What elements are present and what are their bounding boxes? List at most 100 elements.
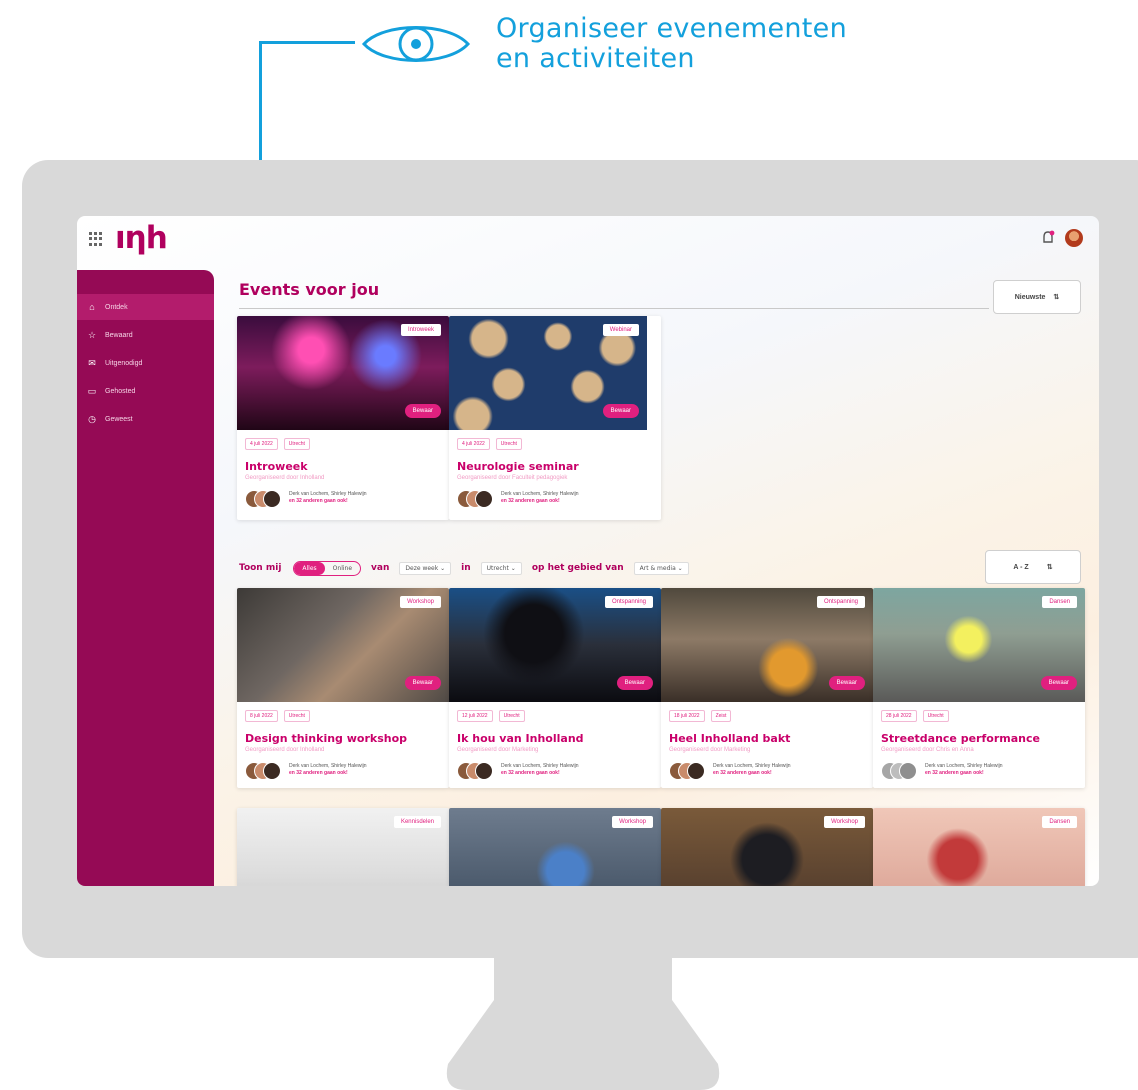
event-tag: Introweek — [400, 324, 441, 336]
attendee-avatars — [669, 762, 705, 780]
event-card-introweek[interactable]: Introweek Bewaar 4 juli 2022 Utrecht Intr… — [237, 316, 449, 520]
sidebar-item-label: Gehosted — [105, 387, 136, 395]
event-card-heel-inholland-bakt[interactable]: Ontspanning Bewaar 18 juli 2022 Zeist Hee… — [661, 588, 873, 788]
attendees-text: Derk van Lochem, Shirley Halewijn en 32 a… — [713, 763, 791, 776]
event-title[interactable]: Neurologie seminar — [457, 460, 579, 473]
date-chip: 8 juli 2022 — [245, 710, 278, 722]
filter-label: in — [461, 563, 471, 573]
save-button[interactable]: Bewaar — [404, 404, 441, 418]
user-avatar[interactable] — [1065, 229, 1083, 247]
attendees-text: Derk van Lochem, Shirley Halewijn en 32 a… — [289, 491, 367, 504]
event-card-ik-hou-van-inholland[interactable]: Ontspanning Bewaar 12 juli 2022 Utrecht I… — [449, 588, 661, 788]
sidebar-item-label: Uitgenodigd — [105, 359, 143, 367]
sidebar-item-geweest[interactable]: ◷ Geweest — [77, 406, 214, 432]
event-card-design-thinking[interactable]: Workshop Bewaar 8 juli 2022 Utrecht Desig… — [237, 588, 449, 788]
event-tag: Kennisdelen — [393, 816, 441, 828]
location-chip: Utrecht — [283, 710, 310, 722]
attendee-avatars — [881, 762, 917, 780]
event-card-streetdance[interactable]: Dansen Bewaar 28 juli 2022 Utrecht Street… — [873, 588, 1085, 788]
event-organizer: Georganiseerd door Chris en Anna — [881, 747, 974, 753]
event-card-neurologie[interactable]: Webinar Bewaar 4 juli 2022 Utrecht Neurol… — [449, 316, 661, 520]
date-chip: 18 juli 2022 — [669, 710, 705, 722]
sort-label: Nieuwste — [1014, 293, 1046, 301]
date-chip: 12 juli 2022 — [457, 710, 493, 722]
notification-bell-icon[interactable] — [1041, 230, 1055, 246]
event-title[interactable]: Heel Inholland bakt — [669, 732, 790, 745]
toggle-online[interactable]: Online — [325, 562, 360, 575]
save-button[interactable]: Bewaar — [404, 676, 441, 690]
attendees-text: Derk van Lochem, Shirley Halewijn en 32 a… — [501, 491, 579, 504]
event-tag: Workshop — [400, 596, 441, 608]
event-tag: Workshop — [824, 816, 865, 828]
location-dropdown[interactable]: Utrecht ⌄ — [480, 561, 522, 575]
event-organizer: Georganiseerd door Inholland — [245, 747, 325, 753]
event-card-workshop-2[interactable]: Workshop — [449, 808, 661, 886]
event-card-dansen-2[interactable]: Dansen — [873, 808, 1085, 886]
event-title[interactable]: Introweek — [245, 460, 308, 473]
event-title[interactable]: Design thinking workshop — [245, 732, 407, 745]
attendees-text: Derk van Lochem, Shirley Halewijn en 32 a… — [925, 763, 1003, 776]
logo[interactable]: ıηh — [115, 220, 168, 256]
date-chip: 4 juli 2022 — [457, 438, 490, 450]
sidebar-item-label: Geweest — [105, 415, 133, 423]
star-icon: ☆ — [87, 329, 97, 340]
save-button[interactable]: Bewaar — [602, 404, 639, 418]
main-content: Events voor jou Nieuwste ⇅ Introweek Bew… — [237, 270, 1099, 886]
filter-label: van — [371, 563, 390, 573]
location-chip: Utrecht — [922, 710, 949, 722]
sidebar-item-label: Ontdek — [105, 303, 128, 311]
date-chip: 4 juli 2022 — [245, 438, 278, 450]
event-tag: Ontspanning — [816, 596, 865, 608]
sort-newest-button[interactable]: Nieuwste ⇅ — [993, 280, 1081, 314]
save-button[interactable]: Bewaar — [828, 676, 865, 690]
event-tag: Dansen — [1042, 596, 1077, 608]
save-button[interactable]: Bewaar — [616, 676, 653, 690]
event-organizer: Georganiseerd door Marketing — [457, 747, 539, 753]
filter-label: op het gebied van — [531, 563, 624, 573]
event-card-kennisdelen[interactable]: Kennisdelen — [237, 808, 449, 886]
sort-az-button[interactable]: A - Z ⇅ — [985, 550, 1081, 584]
top-bar: ıηh — [77, 216, 1099, 264]
attendee-avatars — [457, 490, 493, 508]
location-chip: Utrecht — [283, 438, 310, 450]
location-chip: Utrecht — [498, 710, 525, 722]
online-toggle[interactable]: Alles Online — [293, 560, 362, 576]
sidebar-item-ontdek[interactable]: ⌂ Ontdek — [77, 294, 214, 320]
calendar-icon: ▭ — [87, 385, 97, 396]
event-organizer: Georganiseerd door Faculteit pedagogiek — [457, 475, 568, 481]
event-tag: Dansen — [1042, 816, 1077, 828]
event-tag: Workshop — [612, 816, 653, 828]
location-chip: Zeist — [710, 710, 732, 722]
filter-bar: Toon mij Alles Online van Deze week ⌄ in… — [239, 556, 1089, 580]
location-chip: Utrecht — [495, 438, 522, 450]
apps-grid-icon[interactable] — [89, 232, 103, 246]
event-organizer: Georganiseerd door Marketing — [669, 747, 751, 753]
app-screen: ıηh ⌂ Ontdek ☆ Bewaard ✉ Uitgenodigd ▭ G… — [77, 216, 1099, 886]
sidebar: ⌂ Ontdek ☆ Bewaard ✉ Uitgenodigd ▭ Gehos… — [77, 270, 214, 886]
attendees-text: Derk van Lochem, Shirley Halewijn en 32 a… — [501, 763, 579, 776]
toggle-all[interactable]: Alles — [294, 561, 325, 575]
page-title: Events voor jou — [239, 280, 380, 299]
period-dropdown[interactable]: Deze week ⌄ — [399, 561, 452, 575]
sidebar-item-gehosted[interactable]: ▭ Gehosted — [77, 378, 214, 404]
event-card-workshop-3[interactable]: Workshop — [661, 808, 873, 886]
event-tag: Ontspanning — [604, 596, 653, 608]
event-title[interactable]: Streetdance performance — [881, 732, 1040, 745]
sidebar-item-uitgenodigd[interactable]: ✉ Uitgenodigd — [77, 350, 214, 376]
home-icon: ⌂ — [89, 302, 95, 312]
event-title[interactable]: Ik hou van Inholland — [457, 732, 584, 745]
sort-arrows-icon: ⇅ — [1046, 564, 1053, 571]
event-tag: Webinar — [602, 324, 639, 336]
sidebar-item-label: Bewaard — [105, 331, 133, 339]
history-icon: ◷ — [88, 413, 96, 424]
event-organizer: Georganiseerd door Inholland — [245, 475, 325, 481]
domain-dropdown[interactable]: Art & media ⌄ — [633, 561, 689, 575]
sort-arrows-icon: ⇅ — [1053, 294, 1060, 301]
filter-label: Toon mij — [239, 563, 282, 573]
attendee-avatars — [245, 490, 281, 508]
attendee-avatars — [457, 762, 493, 780]
sidebar-item-bewaard[interactable]: ☆ Bewaard — [77, 322, 214, 348]
save-button[interactable]: Bewaar — [1040, 676, 1077, 690]
attendees-text: Derk van Lochem, Shirley Halewijn en 32 a… — [289, 763, 367, 776]
divider — [239, 308, 989, 309]
